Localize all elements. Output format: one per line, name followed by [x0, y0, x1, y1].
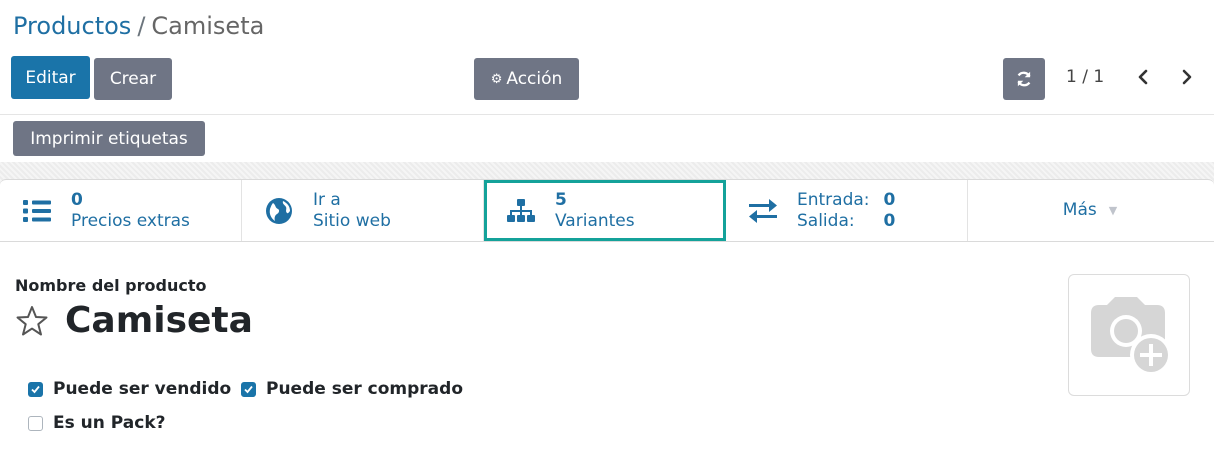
- chevron-right-icon: [1182, 69, 1192, 85]
- exchange-icon: [746, 198, 780, 224]
- print-labels-button[interactable]: Imprimir etiquetas: [13, 121, 205, 156]
- extra-prices-label: Precios extras: [71, 210, 190, 231]
- breadcrumb-parent-link[interactable]: Productos: [13, 12, 131, 40]
- action-button-label: Acción: [506, 69, 563, 89]
- breadcrumb: Productos / Camiseta: [13, 12, 264, 40]
- more-button[interactable]: Más ▼: [968, 180, 1212, 241]
- breadcrumb-separator: /: [137, 12, 146, 40]
- camera-plus-icon: [1091, 297, 1172, 376]
- website-button[interactable]: Ir a Sitio web: [242, 180, 484, 241]
- edit-button[interactable]: Editar: [11, 56, 90, 99]
- purchase-ok-label[interactable]: Puede ser comprado: [266, 379, 463, 399]
- create-button[interactable]: Crear: [94, 58, 172, 100]
- variants-button[interactable]: 5 Variantes: [484, 180, 726, 241]
- star-icon: [16, 306, 48, 336]
- website-line1: Ir a: [313, 189, 341, 210]
- product-name[interactable]: Camiseta: [65, 300, 253, 341]
- refresh-icon: [1017, 71, 1031, 87]
- breadcrumb-current: Camiseta: [151, 12, 265, 40]
- smart-button-box: 0 Precios extras Ir a Sitio web 5 Varian…: [0, 179, 1214, 242]
- stock-moves-button[interactable]: Entrada: 0 Salida: 0: [726, 180, 968, 241]
- stock-out-label: Salida:: [797, 210, 855, 231]
- pager-value: 1 / 1: [1066, 67, 1105, 87]
- extra-prices-count: 0: [71, 189, 83, 210]
- caret-down-icon: ▼: [1108, 204, 1118, 217]
- refresh-button[interactable]: [1003, 58, 1045, 100]
- globe-icon: [262, 197, 296, 225]
- sale-ok-label[interactable]: Puede ser vendido: [53, 379, 231, 399]
- is-pack-checkbox[interactable]: [28, 415, 43, 431]
- list-icon: [20, 199, 54, 223]
- purchase-ok-checkbox[interactable]: [241, 381, 256, 397]
- control-panel-divider: [0, 114, 1214, 115]
- chevron-left-icon: [1138, 69, 1148, 85]
- extra-prices-button[interactable]: 0 Precios extras: [0, 180, 242, 241]
- more-label: Más: [1062, 200, 1097, 220]
- purchase-ok-checkbox-row: Puede ser comprado: [241, 379, 463, 399]
- website-line2: Sitio web: [313, 210, 391, 231]
- variants-label: Variantes: [555, 210, 635, 231]
- action-button[interactable]: ⚙ Acción: [474, 58, 579, 100]
- sitemap-icon: [504, 198, 538, 224]
- sale-ok-checkbox[interactable]: [28, 381, 43, 397]
- favorite-star-button[interactable]: [15, 304, 49, 338]
- pager-previous-button[interactable]: [1130, 62, 1156, 92]
- pager-next-button[interactable]: [1174, 62, 1200, 92]
- gear-icon: ⚙: [490, 71, 503, 87]
- is-pack-checkbox-row: Es un Pack?: [28, 413, 166, 433]
- stock-in-label: Entrada:: [797, 189, 870, 210]
- is-pack-label[interactable]: Es un Pack?: [53, 413, 166, 433]
- product-image-upload[interactable]: [1068, 274, 1190, 396]
- check-icon: [31, 385, 40, 393]
- stock-out-value: 0: [883, 210, 896, 231]
- product-name-label: Nombre del producto: [15, 276, 207, 295]
- sale-ok-checkbox-row: Puede ser vendido: [28, 379, 231, 399]
- check-icon: [244, 385, 253, 393]
- stock-in-value: 0: [883, 189, 896, 210]
- variants-count: 5: [555, 189, 567, 210]
